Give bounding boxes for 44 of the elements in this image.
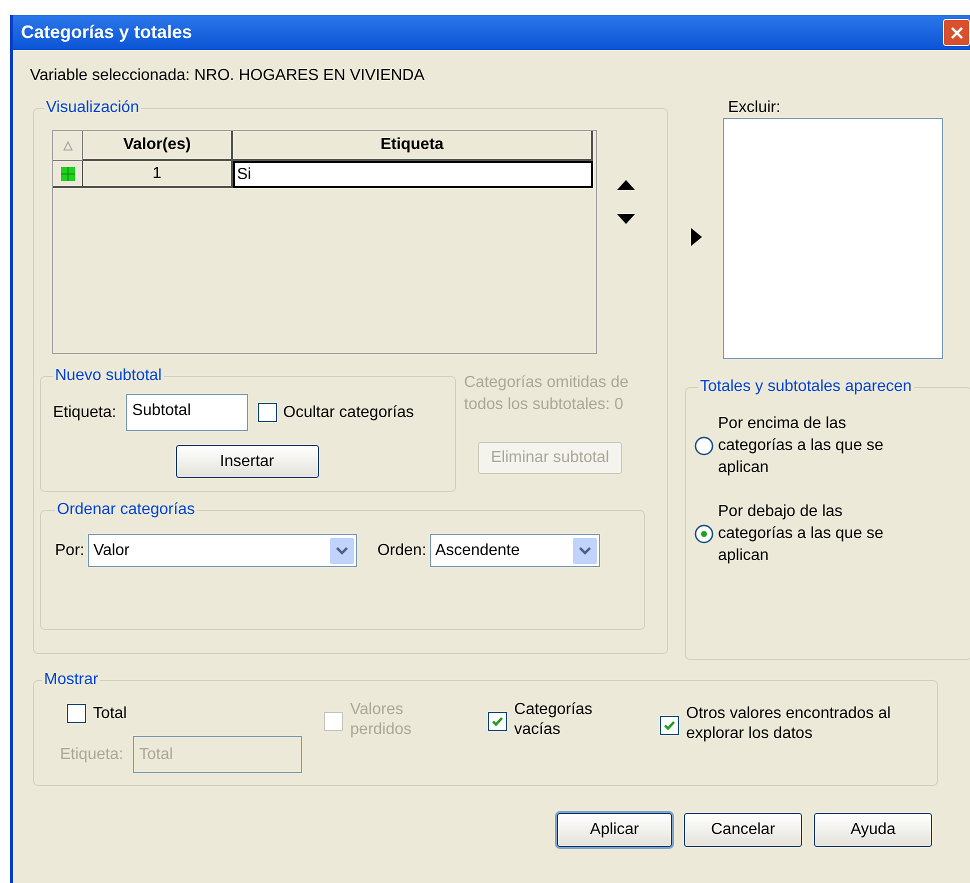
radio-label: Por encima de las categorías a las que se aplican xyxy=(718,414,884,478)
close-button[interactable] xyxy=(943,19,970,46)
dialog-button[interactable]: Cancelar xyxy=(684,813,802,847)
category-icon xyxy=(60,166,74,180)
dialog-button[interactable]: Ayuda xyxy=(814,813,932,847)
subtotal-label-field[interactable]: Subtotal xyxy=(126,394,248,431)
checkbox[interactable] xyxy=(258,403,278,422)
checkbox-label: Categorías vacías xyxy=(514,700,594,740)
checkbox-label: Ocultar categorías xyxy=(283,402,414,422)
dialog-button[interactable]: Aplicar xyxy=(557,813,672,847)
field-label: Por: xyxy=(55,540,84,560)
group-title: Totales y subtotales aparecen xyxy=(699,377,913,397)
checkbox[interactable] xyxy=(660,716,680,735)
group-title: Mostrar xyxy=(43,670,100,690)
radio-label: Por debajo de las categorías a las que se aplican xyxy=(718,502,884,566)
label-edit-cell[interactable]: Si xyxy=(233,161,593,188)
radio-button[interactable] xyxy=(694,436,714,456)
column-header[interactable]: Valor(es) xyxy=(83,131,233,161)
checkbox-label: Valores perdidos xyxy=(350,700,413,740)
insert-button[interactable]: Insertar xyxy=(176,445,318,478)
group-title: Visualización xyxy=(45,98,140,118)
field-label: Etiqueta: xyxy=(60,744,124,764)
move-up-icon[interactable] xyxy=(617,180,635,190)
group-title: Nuevo subtotal xyxy=(54,366,163,386)
order-dropdown[interactable]: Ascendente xyxy=(430,534,600,567)
checkbox-label: Otros valores encontrados al explorar los datos xyxy=(686,704,892,744)
field-label: Etiqueta: xyxy=(53,402,116,422)
group-title: Ordenar categorías xyxy=(56,500,196,520)
window-title: Categorías y totales xyxy=(21,21,192,44)
move-down-icon[interactable] xyxy=(617,214,635,224)
dropdown-value: Ascendente xyxy=(435,540,520,560)
radio-button[interactable] xyxy=(694,524,714,544)
checkbox[interactable] xyxy=(488,712,508,731)
move-right-icon[interactable] xyxy=(691,228,702,246)
checkbox-label: Total xyxy=(93,704,127,724)
checkbox[interactable] xyxy=(67,704,86,723)
sort-by-dropdown[interactable]: Valor xyxy=(88,534,358,567)
omitted-note: Categorías omitidas de todos los subtotales: 0 xyxy=(464,373,630,415)
column-header[interactable]: Etiqueta xyxy=(233,131,593,161)
dropdown-value: Valor xyxy=(93,540,130,560)
variable-label: Variable seleccionada: NRO. HOGARES EN VIVIENDA xyxy=(30,66,426,84)
exclude-label: Excluir: xyxy=(728,98,782,118)
field-label: Orden: xyxy=(377,540,426,560)
close-icon xyxy=(950,26,964,40)
